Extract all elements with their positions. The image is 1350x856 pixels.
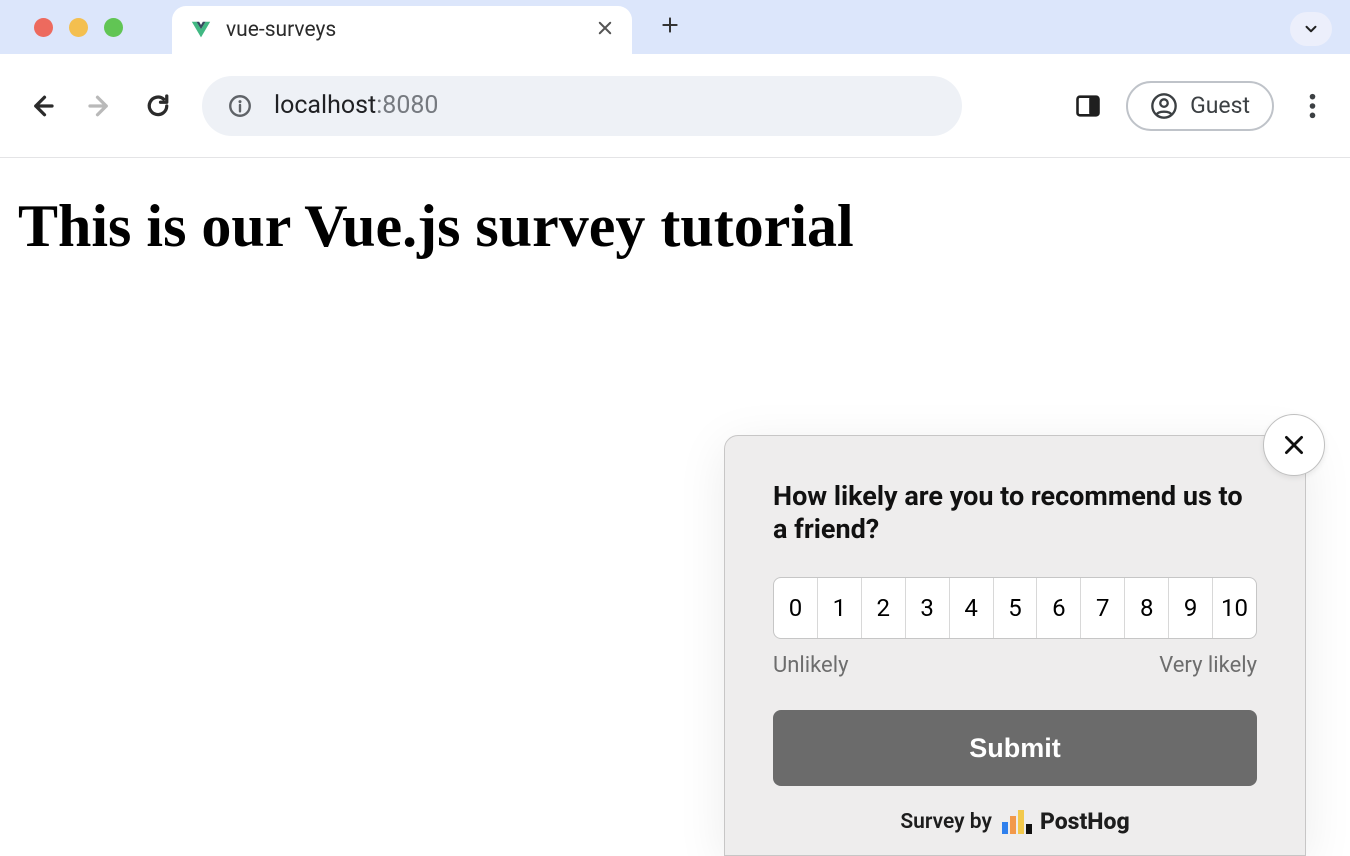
survey-popup: How likely are you to recommend us to a …: [724, 435, 1306, 856]
nps-options: 0 1 2 3 4 5 6 7 8 9 10: [773, 577, 1257, 639]
nps-option-8[interactable]: 8: [1125, 578, 1169, 638]
tab-title: vue-surveys: [226, 18, 582, 42]
url-port: :8080: [376, 91, 438, 120]
posthog-brand[interactable]: PostHog: [1002, 808, 1130, 835]
window-controls: [34, 18, 123, 37]
window-close-button[interactable]: [34, 18, 53, 37]
window-minimize-button[interactable]: [69, 18, 88, 37]
page-content: This is our Vue.js survey tutorial How l…: [0, 158, 1350, 856]
vue-favicon-icon: [190, 19, 212, 41]
address-bar[interactable]: localhost:8080: [202, 76, 962, 136]
nps-option-3[interactable]: 3: [906, 578, 950, 638]
nps-option-2[interactable]: 2: [862, 578, 906, 638]
tab-strip: vue-surveys: [0, 0, 1350, 54]
nps-option-0[interactable]: 0: [774, 578, 818, 638]
survey-question: How likely are you to recommend us to a …: [773, 480, 1257, 548]
reload-button[interactable]: [138, 86, 178, 126]
browser-toolbar: localhost:8080 Guest: [0, 54, 1350, 158]
nps-option-1[interactable]: 1: [818, 578, 862, 638]
browser-tab[interactable]: vue-surveys: [172, 6, 632, 54]
site-info-icon[interactable]: [226, 92, 254, 120]
kebab-menu-icon[interactable]: [1296, 90, 1328, 122]
posthog-brand-text: PostHog: [1040, 808, 1130, 835]
browser-chrome: vue-surveys localhost:8080: [0, 0, 1350, 158]
nps-endpoint-labels: Unlikely Very likely: [773, 653, 1257, 678]
forward-button[interactable]: [80, 86, 120, 126]
submit-button[interactable]: Submit: [773, 710, 1257, 786]
close-icon: [1281, 432, 1307, 458]
posthog-logo-icon: [1002, 810, 1032, 834]
window-maximize-button[interactable]: [104, 18, 123, 37]
back-button[interactable]: [22, 86, 62, 126]
nps-option-9[interactable]: 9: [1169, 578, 1213, 638]
tab-close-icon[interactable]: [596, 18, 614, 43]
profile-label: Guest: [1190, 92, 1250, 119]
tab-search-button[interactable]: [1290, 12, 1332, 46]
nps-high-label: Very likely: [1159, 653, 1257, 678]
url-text: localhost:8080: [274, 91, 438, 120]
nps-low-label: Unlikely: [773, 653, 848, 678]
survey-close-button[interactable]: [1263, 414, 1325, 476]
nps-option-7[interactable]: 7: [1081, 578, 1125, 638]
nps-option-6[interactable]: 6: [1037, 578, 1081, 638]
url-host: localhost: [274, 91, 376, 120]
user-icon: [1150, 92, 1178, 120]
nps-option-10[interactable]: 10: [1213, 578, 1256, 638]
toolbar-right: Guest: [1072, 81, 1328, 131]
nps-option-5[interactable]: 5: [994, 578, 1038, 638]
side-panel-icon[interactable]: [1072, 90, 1104, 122]
survey-footer: Survey by PostHog: [773, 808, 1257, 835]
new-tab-button[interactable]: [660, 9, 680, 46]
survey-footer-prefix: Survey by: [900, 810, 992, 834]
page-heading: This is our Vue.js survey tutorial: [18, 192, 1332, 261]
profile-chip[interactable]: Guest: [1126, 81, 1274, 131]
nps-option-4[interactable]: 4: [950, 578, 994, 638]
